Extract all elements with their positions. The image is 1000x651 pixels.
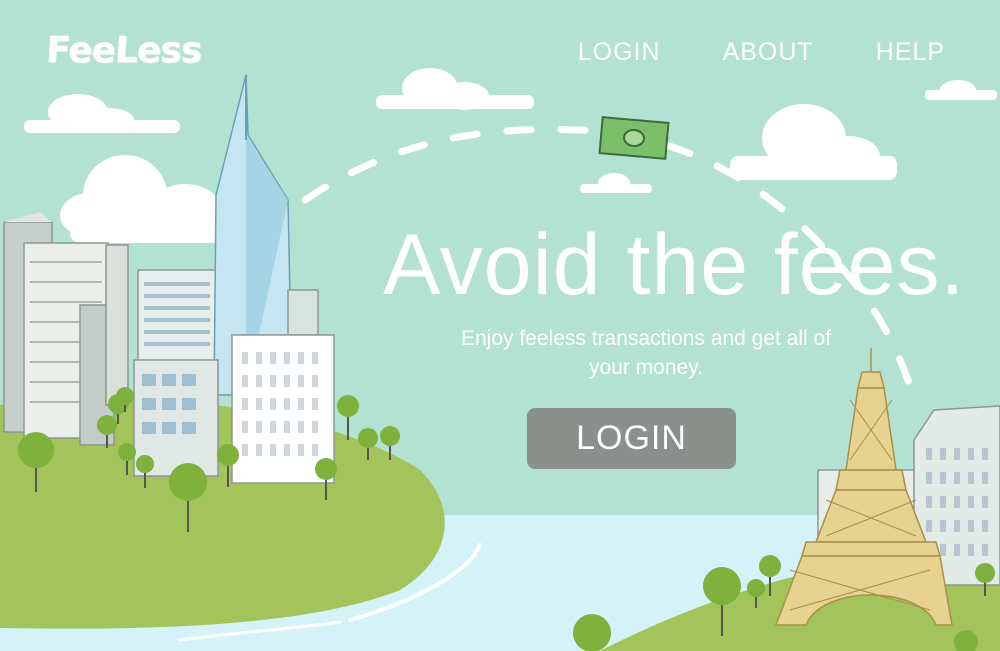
hero-subtitle: Enjoy feeless transactions and get all o…: [460, 327, 832, 379]
brand-logo[interactable]: FeeLess: [45, 30, 203, 71]
nav-login-link[interactable]: LOGIN: [578, 38, 661, 67]
hero-title: Avoid the fees.: [383, 217, 966, 313]
top-nav: LOGIN ABOUT HELP: [578, 38, 945, 67]
money-bill-icon: [598, 116, 670, 160]
nav-about-link[interactable]: ABOUT: [723, 38, 814, 67]
nav-help-link[interactable]: HELP: [876, 38, 945, 67]
hero-login-button[interactable]: LOGIN: [527, 408, 736, 469]
